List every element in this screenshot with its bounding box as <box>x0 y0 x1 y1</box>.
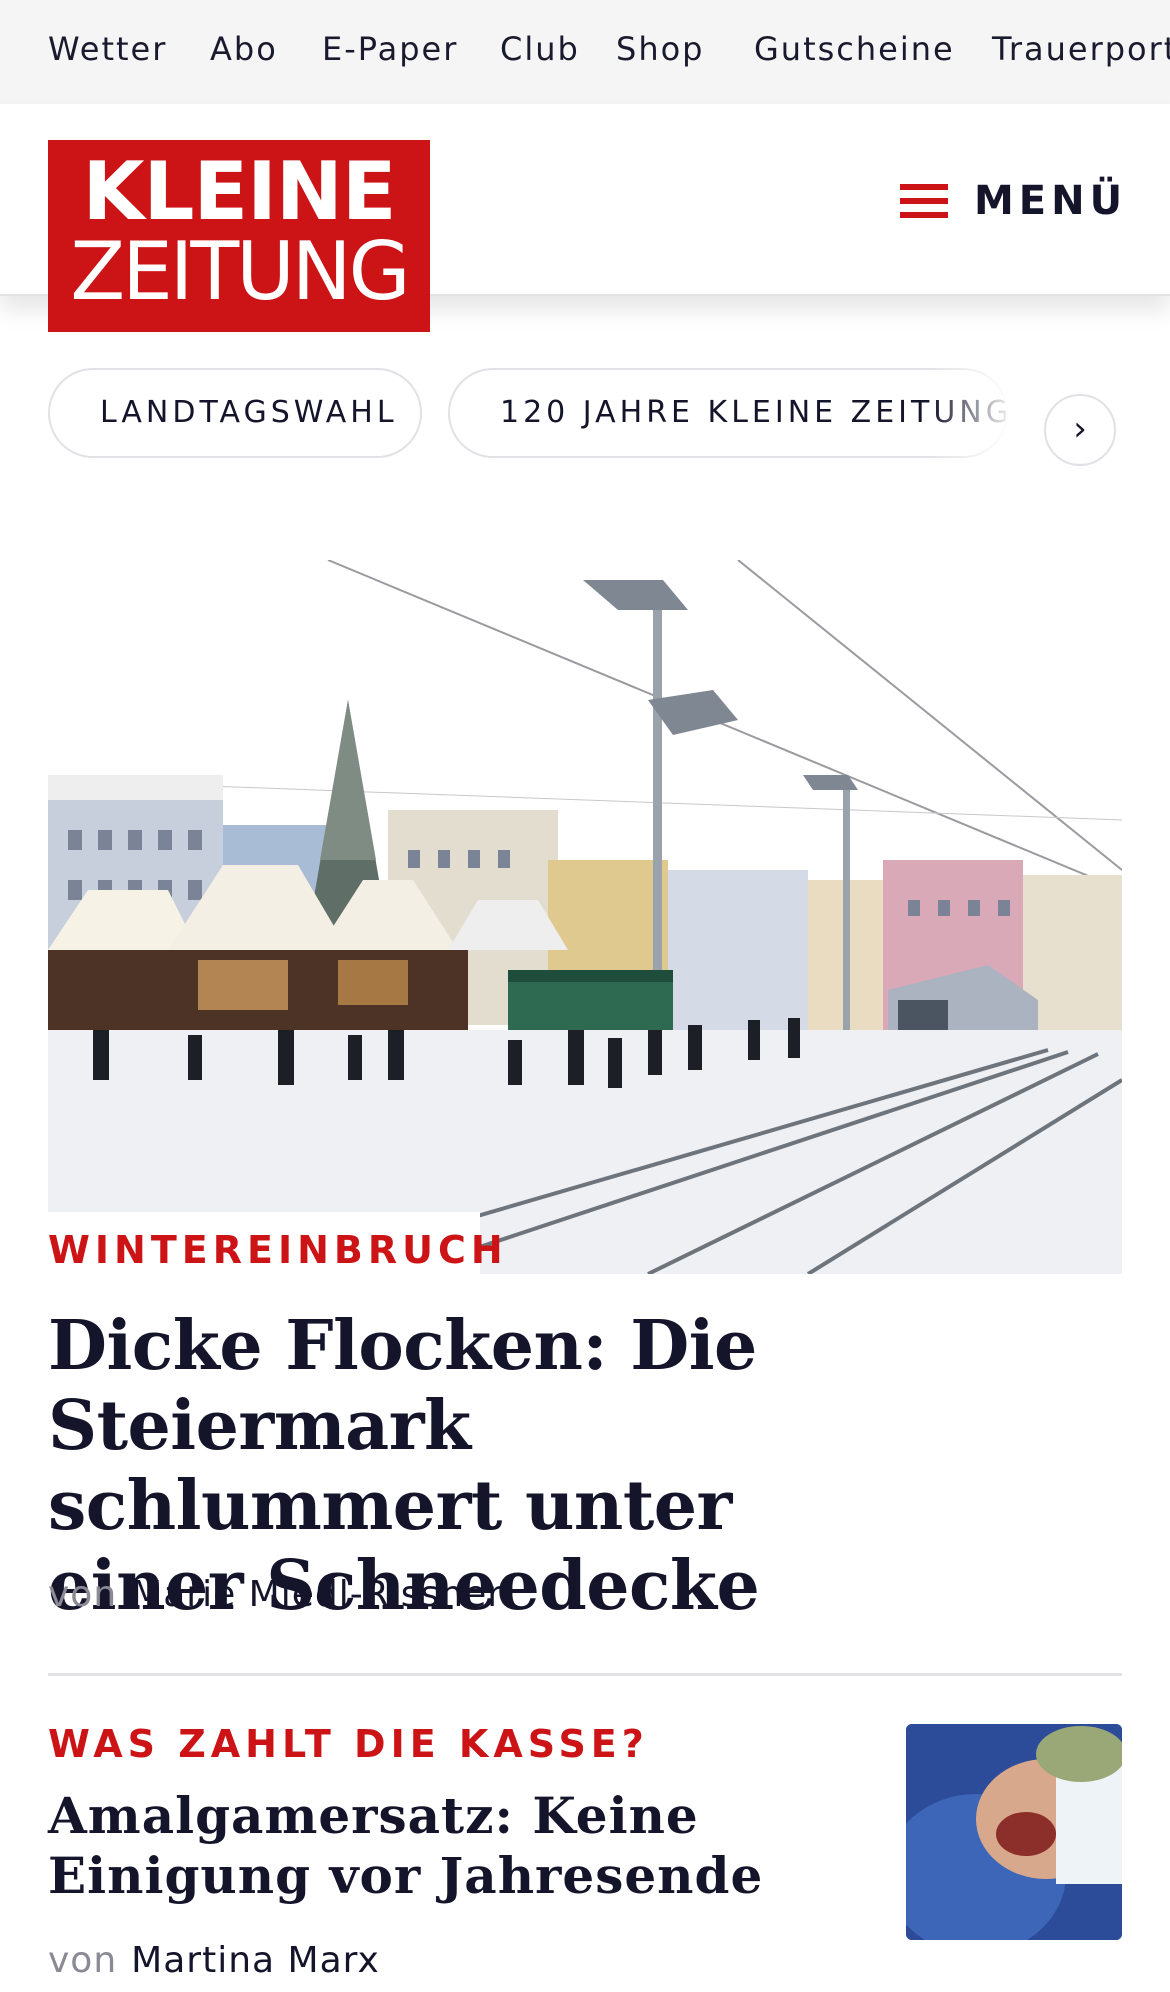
chip-landtagswahl[interactable]: LANDTAGSWAHL <box>48 368 422 458</box>
menu-label: MENÜ <box>974 178 1128 224</box>
logo-line-1: KLEINE <box>82 145 397 238</box>
service-link-gutscheine[interactable]: Gutscheine <box>754 30 955 68</box>
chips-next-button[interactable]: › <box>1044 394 1116 466</box>
topic-chips: LANDTAGSWAHL 120 JAHRE KLEINE ZEITUNG › <box>0 362 1170 472</box>
service-bar: Wetter Abo E-Paper Club Shop Gutscheine … <box>0 0 1170 104</box>
site-header: KLEINE ZEITUNG MENÜ <box>0 104 1170 332</box>
service-link-abo[interactable]: Abo <box>210 30 278 68</box>
lead-article-byline: von Marie Miedl-Rissner <box>48 1574 503 1615</box>
service-link-epaper[interactable]: E-Paper <box>322 30 458 68</box>
article-divider <box>48 1673 1122 1676</box>
chips-fade <box>930 362 1050 472</box>
lead-article-image <box>48 560 1122 1274</box>
service-link-club[interactable]: Club <box>500 30 580 68</box>
logo-line-2: ZEITUNG <box>70 225 410 318</box>
site-logo[interactable]: KLEINE ZEITUNG <box>48 140 430 332</box>
service-link-shop[interactable]: Shop <box>616 30 704 68</box>
byline-prefix: von <box>48 1940 118 1981</box>
service-link-trauerportal[interactable]: Trauerportal <box>992 30 1170 68</box>
byline-prefix: von <box>48 1574 118 1615</box>
byline-author[interactable]: Martina Marx <box>131 1940 380 1981</box>
chevron-right-icon: › <box>1073 409 1087 449</box>
menu-button[interactable]: MENÜ <box>894 168 1124 232</box>
byline-author[interactable]: Marie Miedl-Rissner <box>131 1574 503 1615</box>
second-article-title[interactable]: Amalgamersatz: Keine Einigung vor Jahres… <box>48 1786 848 1906</box>
lead-article-kicker: WINTEREINBRUCH <box>48 1228 508 1272</box>
hamburger-icon <box>900 184 950 220</box>
second-article-byline: von Martina Marx <box>48 1940 380 1981</box>
second-article-thumbnail <box>906 1724 1122 1940</box>
service-link-wetter[interactable]: Wetter <box>48 30 167 68</box>
second-article-kicker: WAS ZAHLT DIE KASSE? <box>48 1722 649 1766</box>
chip-120-jahre[interactable]: 120 JAHRE KLEINE ZEITUNG <box>448 368 1008 458</box>
